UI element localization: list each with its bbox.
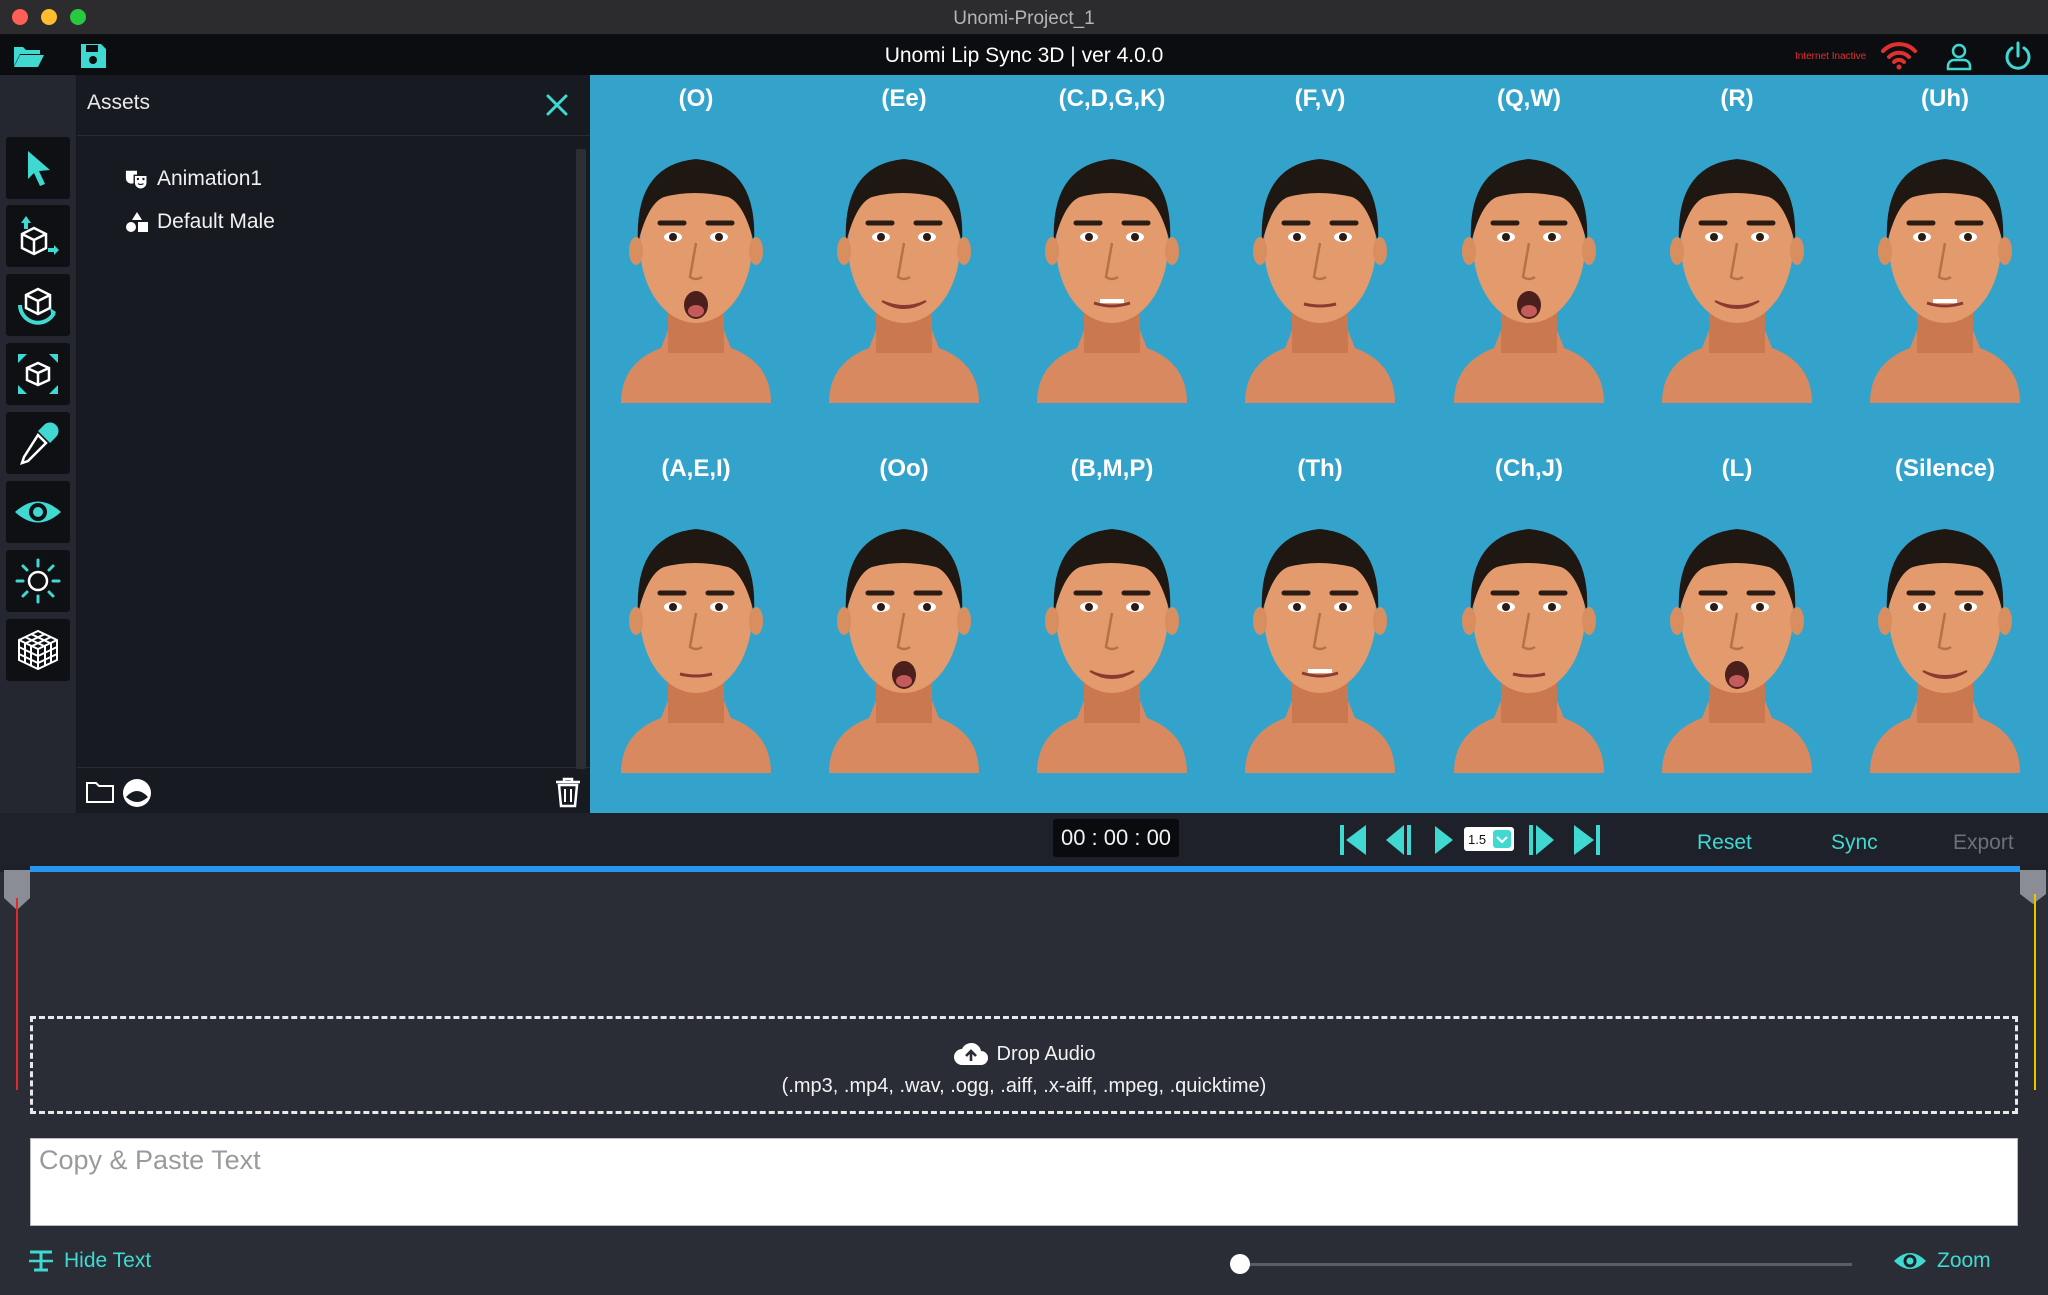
rotate-cube-icon [18, 287, 56, 325]
zoom-button[interactable]: Zoom [1893, 1249, 1991, 1273]
scale-cube-icon [18, 354, 58, 394]
playback-controls: 00 : 00 : 00 1.5 Reset Sync Export [0, 813, 2048, 865]
app-toolbar: Unomi Lip Sync 3D | ver 4.0.0 Internet I… [0, 35, 2048, 75]
tree-item-default-male[interactable]: Default Male [125, 210, 275, 234]
assets-scrollbar[interactable] [576, 149, 586, 769]
play-icon[interactable] [1432, 823, 1456, 857]
sync-button[interactable]: Sync [1831, 831, 1878, 855]
viseme-label: (B,M,P) [1070, 455, 1154, 482]
folder-icon[interactable] [85, 780, 115, 804]
shapes-icon [125, 210, 149, 234]
viseme-viewport: (O) (Ee) (C,D,G,K) (F,V) (Q,W) (R) (Uh) (A,E,I)… [590, 75, 2048, 813]
assets-header: Assets [77, 75, 590, 136]
hide-text-label: Hide Text [64, 1249, 152, 1272]
chevron-down-icon [1493, 830, 1511, 848]
zoom-slider-handle[interactable] [1230, 1254, 1250, 1274]
viseme-label: (Oo) [879, 455, 929, 482]
viseme-label: (C,D,G,K) [1058, 85, 1166, 112]
viseme-head[interactable] [1022, 133, 1202, 403]
reset-button[interactable]: Reset [1697, 831, 1752, 855]
power-icon[interactable] [2002, 41, 2034, 71]
user-icon[interactable] [1944, 41, 1974, 71]
viseme-label: (L) [1721, 455, 1753, 482]
viseme-head[interactable] [606, 503, 786, 773]
export-button[interactable]: Export [1953, 831, 2014, 855]
viseme-label: (Ch,J) [1495, 455, 1563, 482]
speed-value: 1.5 [1468, 832, 1487, 847]
lighting-tool-button[interactable] [6, 550, 70, 612]
viseme-label: (Uh) [1921, 85, 1969, 112]
theater-masks-icon [125, 167, 149, 191]
skip-to-start-icon[interactable] [1338, 823, 1368, 857]
hide-text-button[interactable]: Hide Text [28, 1249, 151, 1273]
viseme-label: (R) [1720, 85, 1754, 112]
viseme-label: (Silence) [1894, 455, 1996, 482]
assets-title: Assets [87, 91, 151, 114]
viseme-label: (O) [678, 85, 714, 112]
viseme-head[interactable] [1230, 133, 1410, 403]
grid-cube-icon [18, 629, 58, 671]
sun-icon [15, 558, 61, 604]
timecode-display: 00 : 00 : 00 [1053, 819, 1179, 857]
step-back-icon[interactable] [1384, 823, 1414, 857]
move-tool-button[interactable] [6, 205, 70, 267]
zoom-label: Zoom [1937, 1249, 1991, 1272]
viseme-label: (Ee) [881, 85, 927, 112]
drop-audio-zone[interactable]: Drop Audio (.mp3, .mp4, .wav, .ogg, .aif… [30, 1016, 2018, 1114]
playback-speed-select[interactable]: 1.5 [1464, 827, 1514, 851]
viseme-head[interactable] [1022, 503, 1202, 773]
text-strikethrough-icon [29, 1250, 53, 1272]
trash-icon[interactable] [553, 776, 583, 808]
tree-item-animation[interactable]: Animation1 [125, 167, 262, 191]
viseme-label: (F,V) [1294, 85, 1346, 112]
eyedropper-tool-button[interactable] [6, 412, 70, 474]
viseme-head[interactable] [1855, 133, 2035, 403]
viseme-label: (Q,W) [1497, 85, 1561, 112]
viseme-head[interactable] [814, 133, 994, 403]
tool-sidebar [0, 75, 77, 813]
internet-status: Internet Inactive [1795, 51, 1867, 62]
assets-panel: Assets Animation1 Default Male [77, 75, 590, 813]
zoom-slider-track[interactable] [1240, 1263, 1852, 1266]
eye-icon [1894, 1253, 1926, 1269]
close-icon[interactable] [545, 93, 569, 117]
viseme-head[interactable] [606, 133, 786, 403]
scale-tool-button[interactable] [6, 343, 70, 405]
step-forward-icon[interactable] [1526, 823, 1556, 857]
end-marker[interactable] [2018, 868, 2048, 1092]
cursor-arrow-icon [28, 151, 50, 186]
viseme-head[interactable] [1647, 503, 1827, 773]
eyedropper-icon [20, 422, 59, 465]
rotate-tool-button[interactable] [6, 274, 70, 336]
viseme-head[interactable] [1855, 503, 2035, 773]
skip-to-end-icon[interactable] [1572, 823, 1602, 857]
viseme-head[interactable] [1230, 503, 1410, 773]
cloud-upload-icon [953, 1042, 988, 1065]
wifi-icon [1881, 42, 1917, 70]
drop-audio-title: Drop Audio [33, 1041, 2015, 1067]
view-tool-button[interactable] [6, 481, 70, 543]
viseme-head[interactable] [814, 503, 994, 773]
material-sphere-icon[interactable] [121, 777, 153, 809]
tree-item-label: Animation1 [157, 167, 263, 190]
window-titlebar: Unomi-Project_1 [0, 0, 2048, 35]
wireframe-tool-button[interactable] [6, 619, 70, 681]
select-tool-button[interactable] [6, 137, 70, 199]
drop-audio-label: Drop Audio [996, 1042, 1096, 1065]
supported-formats: (.mp3, .mp4, .wav, .ogg, .aiff, .x-aiff,… [781, 1075, 1267, 1097]
eye-icon [15, 501, 61, 523]
app-title: Unomi Lip Sync 3D | ver 4.0.0 [884, 44, 1164, 67]
assets-footer [77, 767, 590, 814]
paste-text-input[interactable] [30, 1138, 2018, 1226]
viseme-label: (A,E,I) [661, 455, 731, 482]
playhead-marker[interactable] [2, 868, 32, 1092]
viseme-head[interactable] [1439, 133, 1619, 403]
window-title: Unomi-Project_1 [953, 8, 1095, 29]
viseme-label: (Th) [1297, 455, 1343, 482]
viseme-head[interactable] [1647, 133, 1827, 403]
tree-item-label: Default Male [157, 210, 275, 233]
move-cube-icon [20, 216, 59, 256]
viseme-head[interactable] [1439, 503, 1619, 773]
